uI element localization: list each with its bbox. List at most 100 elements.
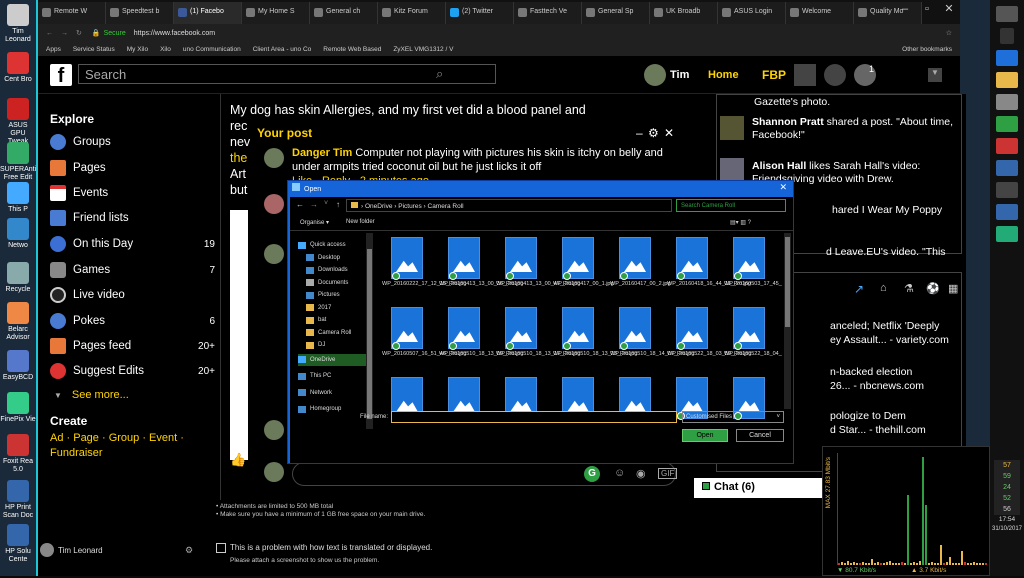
search-icon[interactable] xyxy=(1000,28,1014,44)
nav-pages-feed[interactable]: Pages feed 20+ xyxy=(50,335,215,357)
file-item[interactable]: WP_20160522_18_04_07_Pro.jpg xyxy=(724,307,782,358)
tab[interactable]: Remote W xyxy=(38,2,106,24)
bookmark[interactable]: Client Area - uno Co xyxy=(253,46,312,53)
tree-2017[interactable]: 2017 xyxy=(298,302,368,315)
news-item[interactable]: d Star... - thehill.com xyxy=(830,424,962,437)
nav-groups[interactable]: Groups xyxy=(50,131,215,153)
gear-icon[interactable]: ⚙ xyxy=(648,126,659,140)
scrollbar-thumb[interactable] xyxy=(367,249,372,419)
back-icon[interactable]: ← xyxy=(46,30,53,37)
close-icon[interactable]: ✕ xyxy=(779,182,787,193)
desktop-icon[interactable]: HP Solu Cente xyxy=(0,522,36,578)
tab[interactable]: Welcome xyxy=(786,2,854,24)
camera-icon[interactable]: ◉ xyxy=(636,467,646,480)
sports-icon[interactable]: ⚽ xyxy=(926,282,940,295)
path-bar[interactable]: › OneDrive › Pictures › Camera Roll xyxy=(346,199,672,212)
tree-quick-access[interactable]: Quick access xyxy=(298,239,368,252)
close-icon[interactable]: ✕ xyxy=(664,126,674,140)
entertainment-icon[interactable]: ▦ xyxy=(948,282,958,295)
file-item[interactable]: WP_20160418_16_44_11_Pro.jpg xyxy=(667,237,751,288)
file-item[interactable]: WP_20160510_18_13_09_Pro.jpg xyxy=(439,307,523,358)
tab[interactable]: General Sp xyxy=(582,2,650,24)
gif-icon[interactable]: GIF xyxy=(658,468,678,479)
tab[interactable]: (2) Twitter xyxy=(446,2,514,24)
news-item[interactable]: pologize to Dem xyxy=(830,410,962,423)
bookmark[interactable]: uno Communication xyxy=(183,46,241,53)
nav-live-video[interactable]: Live video xyxy=(50,284,215,306)
nav-pokes[interactable]: Pokes 6 xyxy=(50,310,215,332)
nav-suggest-edits[interactable]: Suggest Edits 20+ xyxy=(50,360,215,382)
ticker-item[interactable]: Shannon Pratt shared a post. "About time… xyxy=(752,116,962,142)
see-more-link[interactable]: ▼ See more... xyxy=(50,384,215,406)
path-segment[interactable]: Pictures xyxy=(398,203,421,210)
reload-icon[interactable]: ↻ xyxy=(76,29,82,37)
notifications-icon[interactable]: 1 xyxy=(854,64,876,86)
bookmark-apps[interactable]: Apps xyxy=(46,46,61,53)
politics-icon[interactable]: ⌂ xyxy=(880,282,887,294)
tree-scrollbar[interactable] xyxy=(366,233,373,429)
news-item[interactable]: n-backed election xyxy=(830,366,962,379)
start-icon[interactable] xyxy=(996,6,1018,22)
file-item[interactable]: WP_20160510_18_14_07_Pro.jpg xyxy=(610,307,694,358)
tree-bat[interactable]: bat xyxy=(298,314,368,327)
bookmark[interactable]: ZyXEL VMG1312 / V xyxy=(393,46,453,53)
forward-icon[interactable]: → xyxy=(61,30,68,37)
tree-network[interactable]: Network xyxy=(298,387,368,400)
clock-date[interactable]: 31/10/2017 xyxy=(990,526,1024,532)
edge-icon[interactable] xyxy=(996,50,1018,66)
gear-icon[interactable]: ⚙ xyxy=(185,545,193,556)
minimize-icon[interactable]: – xyxy=(894,0,916,20)
nav-on-this-day[interactable]: On this Day 19 xyxy=(50,233,215,255)
explorer-icon[interactable] xyxy=(996,72,1018,88)
path-segment[interactable]: Camera Roll xyxy=(428,203,464,210)
cancel-button[interactable]: Cancel xyxy=(736,429,784,442)
app-icon[interactable] xyxy=(996,204,1018,220)
news-item[interactable]: anceled; Netflix 'Deeply xyxy=(830,320,962,333)
file-item[interactable]: WP_20160222_17_12_15_Pro.jpg xyxy=(382,237,466,288)
ticker-item[interactable]: hared I Wear My Poppy xyxy=(832,204,962,217)
tree-dj[interactable]: DJ xyxy=(298,339,368,352)
tray-badge[interactable]: 52 xyxy=(994,493,1020,504)
ticker-item[interactable]: d Leave.EU's video. "This xyxy=(826,246,962,259)
science-icon[interactable]: ⚗ xyxy=(904,282,914,295)
bookmark[interactable]: Service Status xyxy=(73,46,115,53)
checkbox[interactable] xyxy=(216,543,226,553)
search-input[interactable]: Search Camera Roll xyxy=(676,199,786,212)
path-segment[interactable]: OneDrive xyxy=(365,203,392,210)
bookmark[interactable]: Xilo xyxy=(160,46,171,53)
file-item[interactable]: WP_20160522_18_03_59_Pro.jpg xyxy=(667,307,751,358)
file-name-input[interactable] xyxy=(391,411,677,423)
file-item[interactable]: WP_20160510_18_13_23_Pro.jpg xyxy=(553,307,637,358)
new-folder-button[interactable]: New folder xyxy=(346,219,375,225)
other-bookmarks[interactable]: Other bookmarks xyxy=(902,46,952,53)
nav-friend-lists[interactable]: Friend lists xyxy=(50,207,215,229)
home-link[interactable]: Home xyxy=(708,69,739,81)
news-item[interactable]: ey Assault... - variety.com xyxy=(830,334,962,347)
view-icon[interactable]: ▤▾ ▥ ? xyxy=(730,219,751,226)
app-icon[interactable] xyxy=(996,182,1018,198)
nav-games[interactable]: Games 7 xyxy=(50,259,215,281)
grammarly-icon[interactable]: G xyxy=(584,466,600,482)
ticker-item[interactable]: Gazette's photo. xyxy=(754,96,994,109)
nav-pages[interactable]: Pages xyxy=(50,157,215,179)
tab[interactable]: UK Broadb xyxy=(650,2,718,24)
file-item[interactable]: WP_20160417_00_1.jpg xyxy=(553,237,614,288)
tree-desktop[interactable]: Desktop xyxy=(298,252,368,265)
news-item[interactable]: 26... - nbcnews.com xyxy=(830,380,962,393)
tree-pictures[interactable]: Pictures xyxy=(298,289,368,302)
friend-requests-icon[interactable] xyxy=(794,64,816,86)
app-icon[interactable] xyxy=(996,94,1018,110)
close-icon[interactable]: ✕ xyxy=(938,0,960,20)
star-icon[interactable]: ☆ xyxy=(946,29,952,37)
tab-facebook[interactable]: (1) Facebo xyxy=(174,2,242,24)
back-icon[interactable]: ← xyxy=(296,200,304,209)
nav-events[interactable]: Events xyxy=(50,182,215,204)
tab[interactable]: Fasttech Ve xyxy=(514,2,582,24)
up-icon[interactable]: ↑ xyxy=(336,200,340,209)
tree-downloads[interactable]: Downloads xyxy=(298,264,368,277)
file-item[interactable]: WP_20160507_16_51_46_Pro.jpg xyxy=(382,307,466,358)
url-field[interactable]: https://www.facebook.com xyxy=(134,30,215,37)
file-type-select[interactable]: Customised Files ˅ xyxy=(682,411,784,423)
comment-author[interactable]: Danger Tim xyxy=(292,147,352,159)
search-input[interactable]: Search xyxy=(78,64,496,84)
